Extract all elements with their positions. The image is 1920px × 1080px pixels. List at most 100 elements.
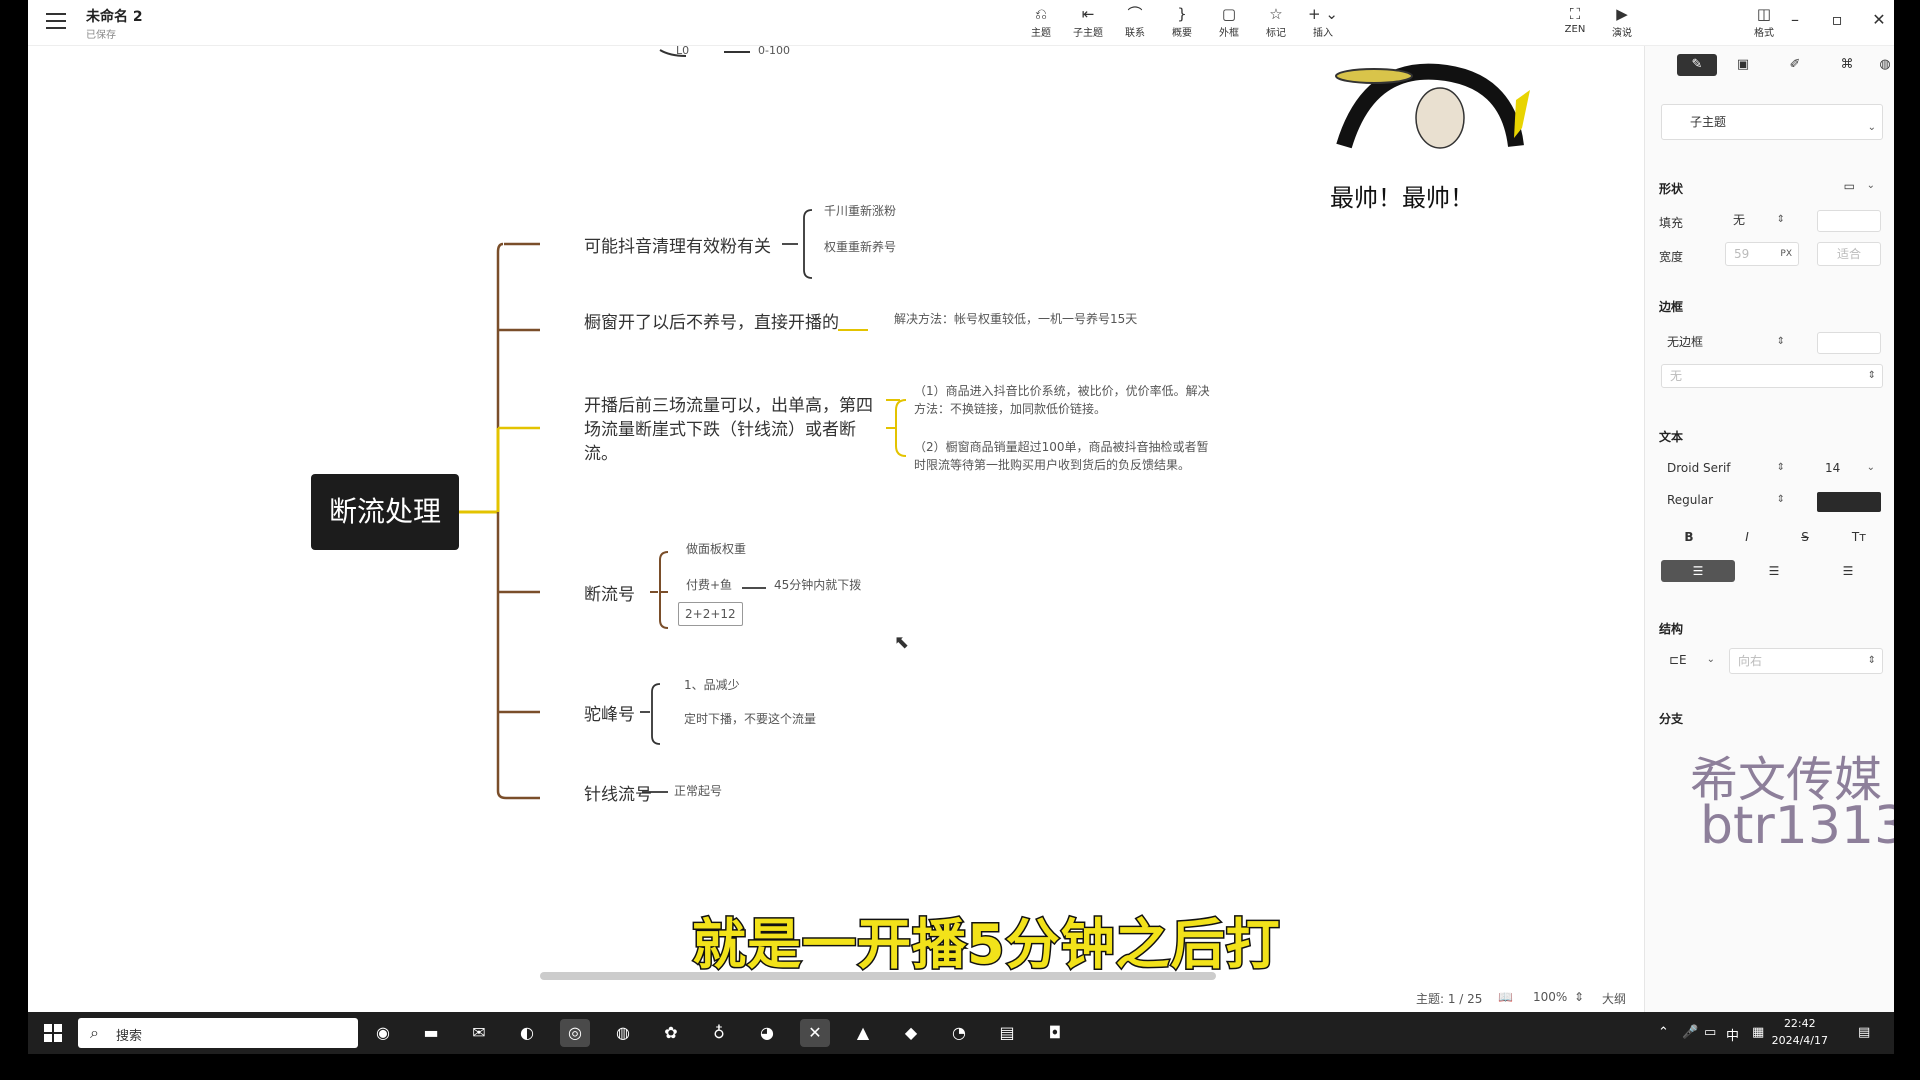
fill-color-picker[interactable] (1817, 210, 1881, 232)
mindmap-app-window: 未命名 2 已保存 ⎌ 主题 ⇤ 子主题 ⌒ 联系 } 概要 ▢ 外框 ☆ 标记 + ⌄ 插入… (28, 0, 1894, 1012)
border-width-select[interactable]: 无 ⇕ (1661, 364, 1883, 388)
map-tab[interactable]: ▣ (1723, 54, 1763, 76)
subtopic-1-1[interactable]: 千川重新涨粉 (824, 202, 896, 219)
subtopic-2-1[interactable]: 解决方法：帐号权重较低，一机一号养号15天 (894, 310, 1137, 327)
chrome-icon[interactable]: ◕ (752, 1019, 782, 1047)
toolbar-marker-button[interactable]: ☆ 标记 (1254, 4, 1298, 39)
system-clock[interactable]: 22:42 2024/4/17 (1772, 1015, 1828, 1049)
subtopic-3-2[interactable]: （2）橱窗商品销量超过100单，商品被抖音抽检或者暂时限流等待第一批购买用户收到… (914, 438, 1210, 474)
summary-icon: } (1177, 5, 1187, 23)
fragment-l0: L0 (676, 44, 690, 57)
subtopic-4-2-1[interactable]: 45分钟内就下拨 (774, 576, 861, 593)
strikethrough-button[interactable]: S (1777, 526, 1833, 548)
taskbar-app-icon[interactable]: ▤ (992, 1019, 1022, 1047)
zoom-level[interactable]: 100% (1533, 990, 1567, 1004)
subtopic-4-2[interactable]: 付费+鱼 (686, 576, 732, 593)
branch-topic-6[interactable]: 针线流号 (584, 780, 652, 805)
minimize-button[interactable]: – (1780, 10, 1810, 29)
mail-icon[interactable]: ✉ (464, 1019, 494, 1047)
border-style-select[interactable]: 无边框 ⇕ (1661, 330, 1791, 356)
taskbar-app-icon[interactable]: ◉ (368, 1019, 398, 1047)
menu-icon[interactable] (46, 13, 66, 29)
input-language[interactable]: 中 (1726, 1025, 1739, 1044)
mindmap-canvas[interactable]: L0 0-100 断流处理 可能抖音清理有效粉有关 千川重新涨粉 权重重新养号 … (28, 44, 1640, 980)
shape-select[interactable]: ▭ ⌄ (1817, 174, 1881, 200)
toolbar-topic-button[interactable]: ⎌ 主题 (1019, 4, 1063, 39)
subtopic-6-1[interactable]: 正常起号 (674, 782, 722, 799)
text-case-button[interactable]: Tт (1835, 526, 1883, 548)
structure-select[interactable]: ⊏E ⌄ (1661, 648, 1721, 674)
maximize-button[interactable]: ▫ (1822, 10, 1852, 29)
edge-browser-icon[interactable]: ◐ (512, 1019, 542, 1047)
topic-count: 主题: 1 / 25 (1416, 992, 1483, 1006)
xmind-icon[interactable]: ✕ (800, 1019, 830, 1047)
mouse-cursor-icon: ⬉ (894, 632, 910, 653)
bold-button[interactable]: B (1661, 526, 1717, 548)
align-left-button[interactable]: ☰ (1661, 560, 1735, 582)
relationship-icon: ⌒ (1127, 5, 1143, 23)
pitch-mode-button[interactable]: ▶ 演说 (1600, 4, 1644, 39)
photos-icon[interactable]: ▲ (848, 1019, 878, 1047)
windows-start-icon[interactable] (44, 1024, 62, 1042)
insert-icon: + ⌄ (1308, 5, 1338, 23)
title-toolbar: 未命名 2 已保存 ⎌ 主题 ⇤ 子主题 ⌒ 联系 } 概要 ▢ 外框 ☆ 标记 + ⌄ 插入… (28, 0, 1894, 46)
network-icon[interactable]: ▭ (1704, 1025, 1716, 1040)
root-topic[interactable]: 断流处理 (311, 474, 459, 550)
toolbar-subtopic-button[interactable]: ⇤ 子主题 (1066, 4, 1110, 39)
book-icon[interactable]: 📖 (1498, 990, 1513, 1004)
theme-tab[interactable]: ◍ (1877, 54, 1893, 76)
font-family-select[interactable]: Droid Serif ⇕ (1661, 456, 1791, 482)
subtopic-4-3[interactable]: 2+2+12 (678, 602, 743, 626)
document-save-status: 已保存 (86, 30, 116, 41)
wechat-icon[interactable]: ◎ (560, 1019, 590, 1047)
taskbar-search-box[interactable]: ⌕ 搜索 (78, 1018, 358, 1048)
font-size-select[interactable]: 14 ⌄ (1817, 456, 1881, 482)
outline-button[interactable]: 大纲 (1602, 990, 1626, 1007)
microphone-icon[interactable]: 🎤 (1682, 1025, 1698, 1040)
taskbar-app-icon[interactable]: ◍ (608, 1019, 638, 1047)
ime-icon[interactable]: ▦ (1752, 1025, 1764, 1040)
border-color-picker[interactable] (1817, 332, 1881, 354)
subtopic-5-2[interactable]: 定时下播，不要这个流量 (684, 710, 816, 727)
fill-label: 填充 (1659, 216, 1684, 230)
toolbar-relationship-button[interactable]: ⌒ 联系 (1113, 4, 1157, 39)
branch-topic-3[interactable]: 开播后前三场流量可以，出单高，第四场流量断崖式下跌（针线流）或者断流。 (584, 394, 874, 466)
toolbar-insert-button[interactable]: + ⌄ 插入 (1301, 4, 1345, 39)
subtopic-4-1[interactable]: 做面板权重 (686, 540, 746, 557)
subtopic-5-1[interactable]: 1、品减少 (684, 676, 740, 693)
branch-topic-4[interactable]: 断流号 (584, 580, 635, 605)
subtopic-3-1[interactable]: （1）商品进入抖音比价系统，被比价，优价率低。解决方法：不换链接，加同款低价链接… (914, 382, 1210, 418)
topic-type-select[interactable]: 子主题 ⌄ (1661, 104, 1883, 140)
tray-chevron-icon[interactable]: ⌃ (1658, 1025, 1669, 1040)
align-right-button[interactable]: ☰ (1813, 560, 1883, 582)
align-center-button[interactable]: ☰ (1737, 560, 1811, 582)
close-button[interactable]: ✕ (1864, 10, 1894, 29)
zoom-stepper-icon[interactable]: ⇕ (1574, 990, 1584, 1004)
taskbar-app-icon[interactable]: ♁ (704, 1019, 734, 1047)
zen-mode-button[interactable]: ⛶ ZEN (1553, 4, 1597, 35)
toolbar-boundary-button[interactable]: ▢ 外框 (1207, 4, 1251, 39)
taskbar-app-icon[interactable]: ◔ (944, 1019, 974, 1047)
toolbar-summary-button[interactable]: } 概要 (1160, 4, 1204, 39)
structure-direction-select[interactable]: 向右 ⇕ (1729, 648, 1883, 674)
link-tab[interactable]: ⌘ (1827, 54, 1867, 76)
taskbar-app-icon[interactable]: ✿ (656, 1019, 686, 1047)
taskbar-app-icon[interactable]: ◆ (896, 1019, 926, 1047)
notification-icon[interactable]: ▤ (1858, 1025, 1870, 1040)
branch-topic-1[interactable]: 可能抖音清理有效粉有关 (584, 232, 771, 257)
italic-button[interactable]: I (1719, 526, 1775, 548)
style-tab[interactable]: ✎ (1677, 54, 1717, 76)
fit-button[interactable]: 适合 (1817, 242, 1881, 266)
subtopic-1-2[interactable]: 权重重新养号 (824, 238, 896, 255)
branch-topic-5[interactable]: 驼峰号 (584, 700, 635, 725)
taskbar-app-icon[interactable]: ◘ (1040, 1019, 1070, 1047)
file-explorer-icon[interactable]: ▬ (416, 1019, 446, 1047)
font-weight-select[interactable]: Regular ⇕ (1661, 488, 1791, 514)
branch-topic-2[interactable]: 橱窗开了以后不养号，直接开播的 (584, 308, 839, 333)
fill-select[interactable]: 无 ⇕ (1725, 208, 1791, 234)
note-tab[interactable]: ✐ (1775, 54, 1815, 76)
pitch-icon: ▶ (1616, 5, 1628, 23)
text-color-swatch[interactable] (1817, 492, 1881, 512)
align-center-icon: ☰ (1768, 564, 1780, 578)
width-input[interactable]: 59 PX (1725, 242, 1799, 266)
